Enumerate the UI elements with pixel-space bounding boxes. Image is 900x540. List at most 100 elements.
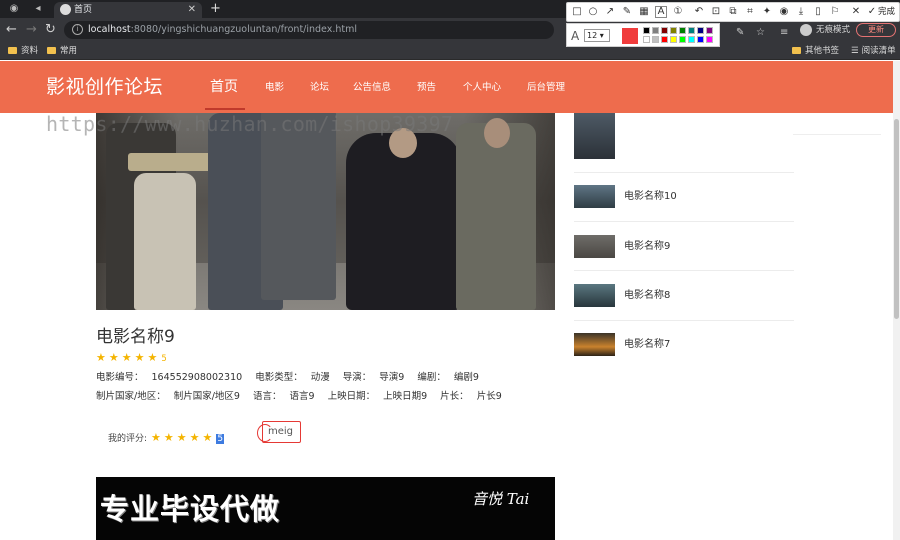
bookmark-reading-list[interactable]: ☰ 阅读清单 — [851, 45, 896, 57]
bookmark-folder-1[interactable]: 资料 — [8, 45, 38, 57]
movie-score: 5 — [161, 354, 167, 364]
incognito-indicator[interactable]: 无痕模式 — [800, 21, 850, 39]
sidebar-item-label: 电影名称7 — [624, 339, 671, 350]
back-icon[interactable]: ← — [6, 22, 17, 38]
color-swatch[interactable] — [688, 27, 695, 34]
sidebar-thumb — [574, 185, 615, 208]
sidebar-thumb-top[interactable] — [574, 113, 615, 159]
nav-movies[interactable]: 电影 — [265, 81, 284, 95]
banner-signature: 音悦 Tai — [472, 490, 530, 508]
color-swatch[interactable] — [661, 36, 668, 43]
reload-icon[interactable]: ↻ — [45, 22, 56, 38]
extension-icon[interactable]: ✎ — [736, 25, 744, 41]
site-header: 影视创作论坛 首页 电影 论坛 公告信息 预告 个人中心 后台管理 — [0, 61, 893, 113]
color-swatch[interactable] — [679, 36, 686, 43]
close-icon[interactable]: ✕ — [850, 6, 862, 18]
sidebar-thumb — [574, 284, 615, 307]
sidebar-item-label: 电影名称9 — [624, 241, 671, 252]
nav-announcements[interactable]: 公告信息 — [353, 81, 391, 95]
tab-close-icon[interactable]: ✕ — [188, 3, 196, 17]
annotation-text-box[interactable]: meig — [257, 421, 301, 443]
address-bar[interactable]: i localhost:8080/yingshichuangzuoluntan/… — [64, 21, 554, 39]
watermark-text: https://www.huzhan.com/ishop39397 — [46, 112, 454, 136]
arrow-tool-icon[interactable]: ↗ — [604, 6, 616, 18]
color-swatch[interactable] — [670, 27, 677, 34]
page-scrollbar[interactable] — [893, 61, 900, 540]
color-swatch[interactable] — [670, 36, 677, 43]
color-swatch[interactable] — [706, 27, 713, 34]
rectangle-tool-icon[interactable]: □ — [571, 6, 583, 18]
done-button[interactable]: 完成 — [878, 6, 895, 18]
color-swatch[interactable] — [679, 27, 686, 34]
color-swatch[interactable] — [652, 27, 659, 34]
snapshot-toolbar: □ ○ ↗ ✎ ▦ A ① ↶ ⊡ ⧉ ⌗ ✦ ◉ ⤓ ▯ ⚐ ✕ ✓ 完成 — [566, 2, 900, 22]
color-swatch[interactable] — [652, 36, 659, 43]
sidebar-divider — [574, 320, 794, 321]
my-rating: 我的评分: ★★★★★ 5 — [108, 431, 225, 446]
nav-user-center[interactable]: 个人中心 — [463, 81, 501, 95]
scrollbar-thumb[interactable] — [894, 119, 899, 319]
star-icons: ★★★★★ — [96, 351, 161, 364]
incognito-icon — [800, 23, 812, 36]
bookmark-other[interactable]: 其他书签 — [792, 45, 839, 57]
sidebar-item-movie-8[interactable]: 电影名称8 — [574, 284, 794, 308]
ellipse-tool-icon[interactable]: ○ — [587, 6, 599, 18]
nav-home[interactable]: 首页 — [210, 77, 238, 97]
movie-rating-stars: ★★★★★5 — [96, 351, 167, 366]
sidebar-item-movie-10[interactable]: 电影名称10 — [574, 185, 794, 209]
color-swatch[interactable] — [706, 36, 713, 43]
movie-title: 电影名称9 — [96, 327, 175, 347]
site-info-icon[interactable]: i — [72, 24, 83, 35]
my-rating-stars[interactable]: ★★★★★ — [151, 431, 215, 444]
phone-icon[interactable]: ▯ — [812, 6, 824, 18]
color-swatch[interactable] — [697, 36, 704, 43]
nav-forum[interactable]: 论坛 — [310, 81, 329, 95]
color-swatch[interactable] — [661, 27, 668, 34]
font-size-select[interactable]: 12 ▾ — [584, 29, 610, 42]
bookmarks-bar: 资料 常用 其他书签 ☰ 阅读清单 — [0, 42, 900, 60]
nav-trailers[interactable]: 预告 — [417, 81, 436, 95]
sidebar-divider — [574, 270, 794, 271]
number-tool-icon[interactable]: ① — [672, 6, 684, 18]
translate-icon[interactable]: ⧉ — [727, 6, 739, 18]
sidebar-thumb — [574, 235, 615, 258]
sidebar-item-movie-7[interactable]: 电影名称7 — [574, 333, 794, 357]
download-icon[interactable]: ⤓ — [795, 6, 807, 18]
text-tool-icon[interactable]: A — [655, 6, 667, 18]
reading-list-icon: ☰ — [851, 46, 859, 56]
my-rating-label: 我的评分: — [108, 434, 148, 444]
globe-icon[interactable]: ◉ — [8, 3, 20, 15]
color-swatch[interactable] — [697, 27, 704, 34]
color-swatch[interactable] — [688, 36, 695, 43]
movie-poster-image — [96, 113, 555, 310]
pen-tool-icon[interactable]: ✎ — [621, 6, 633, 18]
ocr-icon[interactable]: ⌗ — [744, 6, 756, 18]
forward-icon[interactable]: → — [26, 22, 37, 38]
mute-icon[interactable]: ◂ — [32, 3, 44, 15]
record-icon[interactable]: ◉ — [778, 6, 790, 18]
update-button[interactable]: 更新 — [856, 23, 896, 37]
pin-icon[interactable]: ⊡ — [710, 6, 722, 18]
folder-icon — [792, 47, 801, 54]
check-icon[interactable]: ✓ — [866, 6, 878, 18]
undo-icon[interactable]: ↶ — [693, 6, 705, 18]
magic-icon[interactable]: ✦ — [761, 6, 773, 18]
snapshot-color-palette: A 12 ▾ — [566, 23, 720, 47]
nav-admin[interactable]: 后台管理 — [527, 81, 565, 95]
browser-tab-home[interactable]: 首页 ✕ — [54, 2, 202, 18]
promo-banner[interactable]: 专业毕设代做 音悦 Tai — [96, 477, 555, 540]
sidebar-item-movie-9[interactable]: 电影名称9 — [574, 235, 794, 259]
bookmark-folder-2[interactable]: 常用 — [47, 45, 77, 57]
tab-title: 首页 — [74, 5, 93, 15]
bookmark-star-icon[interactable]: ☆ — [756, 25, 765, 41]
site-logo[interactable]: 影视创作论坛 — [46, 75, 163, 99]
color-swatch[interactable] — [643, 36, 650, 43]
color-swatch[interactable] — [643, 27, 650, 34]
new-tab-icon[interactable]: + — [210, 1, 221, 17]
favorite-icon[interactable]: ⚐ — [829, 6, 841, 18]
mosaic-tool-icon[interactable]: ▦ — [638, 6, 650, 18]
tab-favicon-icon — [60, 4, 71, 15]
reading-list-icon[interactable]: ≡ — [780, 25, 788, 41]
url-text[interactable]: localhost:8080/yingshichuangzuoluntan/fr… — [88, 23, 357, 37]
current-color-swatch[interactable] — [622, 28, 638, 44]
